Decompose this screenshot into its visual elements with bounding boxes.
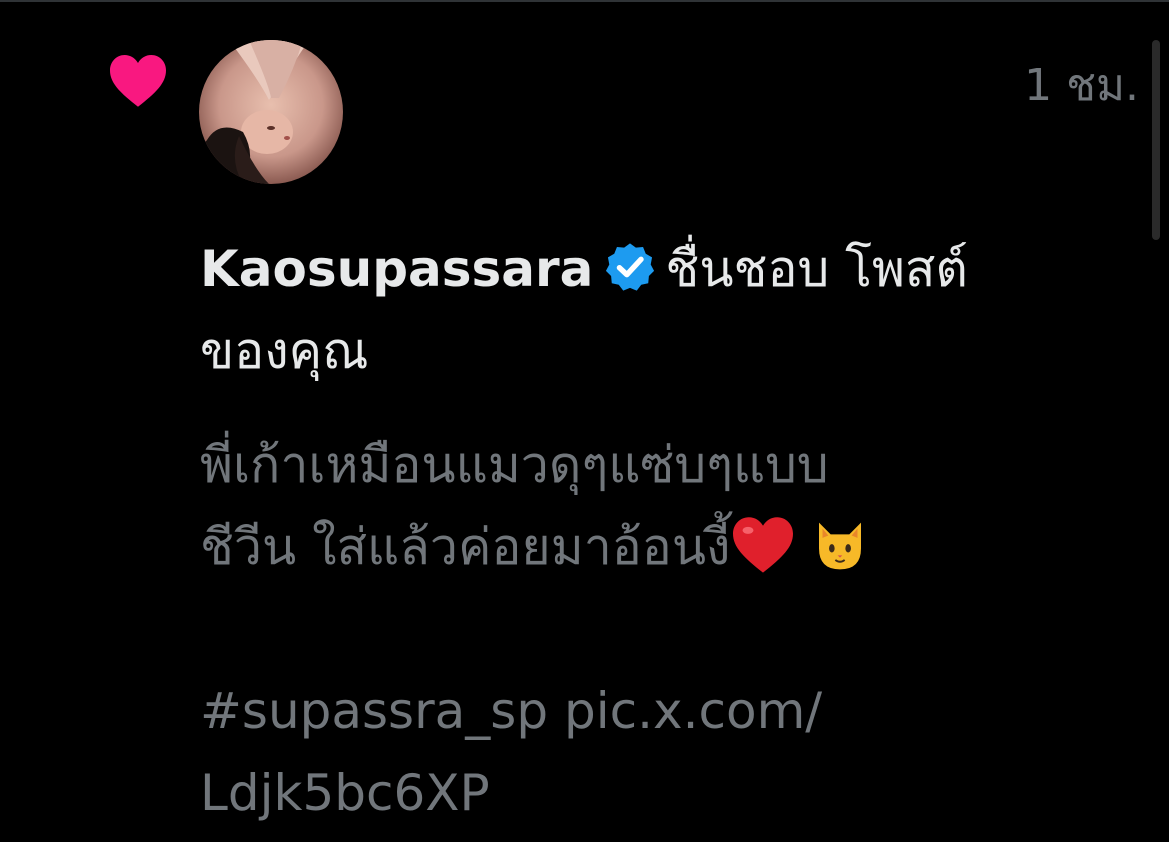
top-divider [0, 0, 1169, 2]
action-text-line2: ของคุณ [200, 322, 369, 380]
heart-icon [110, 55, 166, 107]
post-line-2: ชีวีน ใส่แล้วค่อยมาอ้อนงี้ [200, 518, 731, 576]
post-line-2-wrapper: ชีวีน ใส่แล้วค่อยมาอ้อนงี้ [200, 506, 1060, 588]
scrollbar[interactable] [1152, 40, 1160, 240]
timestamp: 1 ชม. [1024, 60, 1139, 111]
cat-face-emoji [819, 522, 862, 570]
notification-text: Kaosupassara ชื่นชอบ โพสต์ ของคุณ [200, 228, 1100, 392]
avatar[interactable] [199, 40, 343, 184]
action-text-line1: ชื่นชอบ โพสต์ [665, 240, 968, 298]
avatar-photo [199, 40, 343, 184]
post-line-1: พี่เก้าเหมือนแมวดุๆแซ่บๆแบบ [200, 436, 829, 494]
verified-badge-icon [606, 243, 655, 291]
post-line-3: #supassra_sp pic.x.com/ [200, 682, 823, 740]
post-text[interactable]: พี่เก้าเหมือนแมวดุๆแซ่บๆแบบ ชีวีน ใส่แล้… [200, 424, 1060, 834]
post-line-4: Ldjk5bc6XP [200, 764, 490, 822]
username[interactable]: Kaosupassara [200, 240, 593, 298]
red-heart-emoji [733, 517, 794, 573]
